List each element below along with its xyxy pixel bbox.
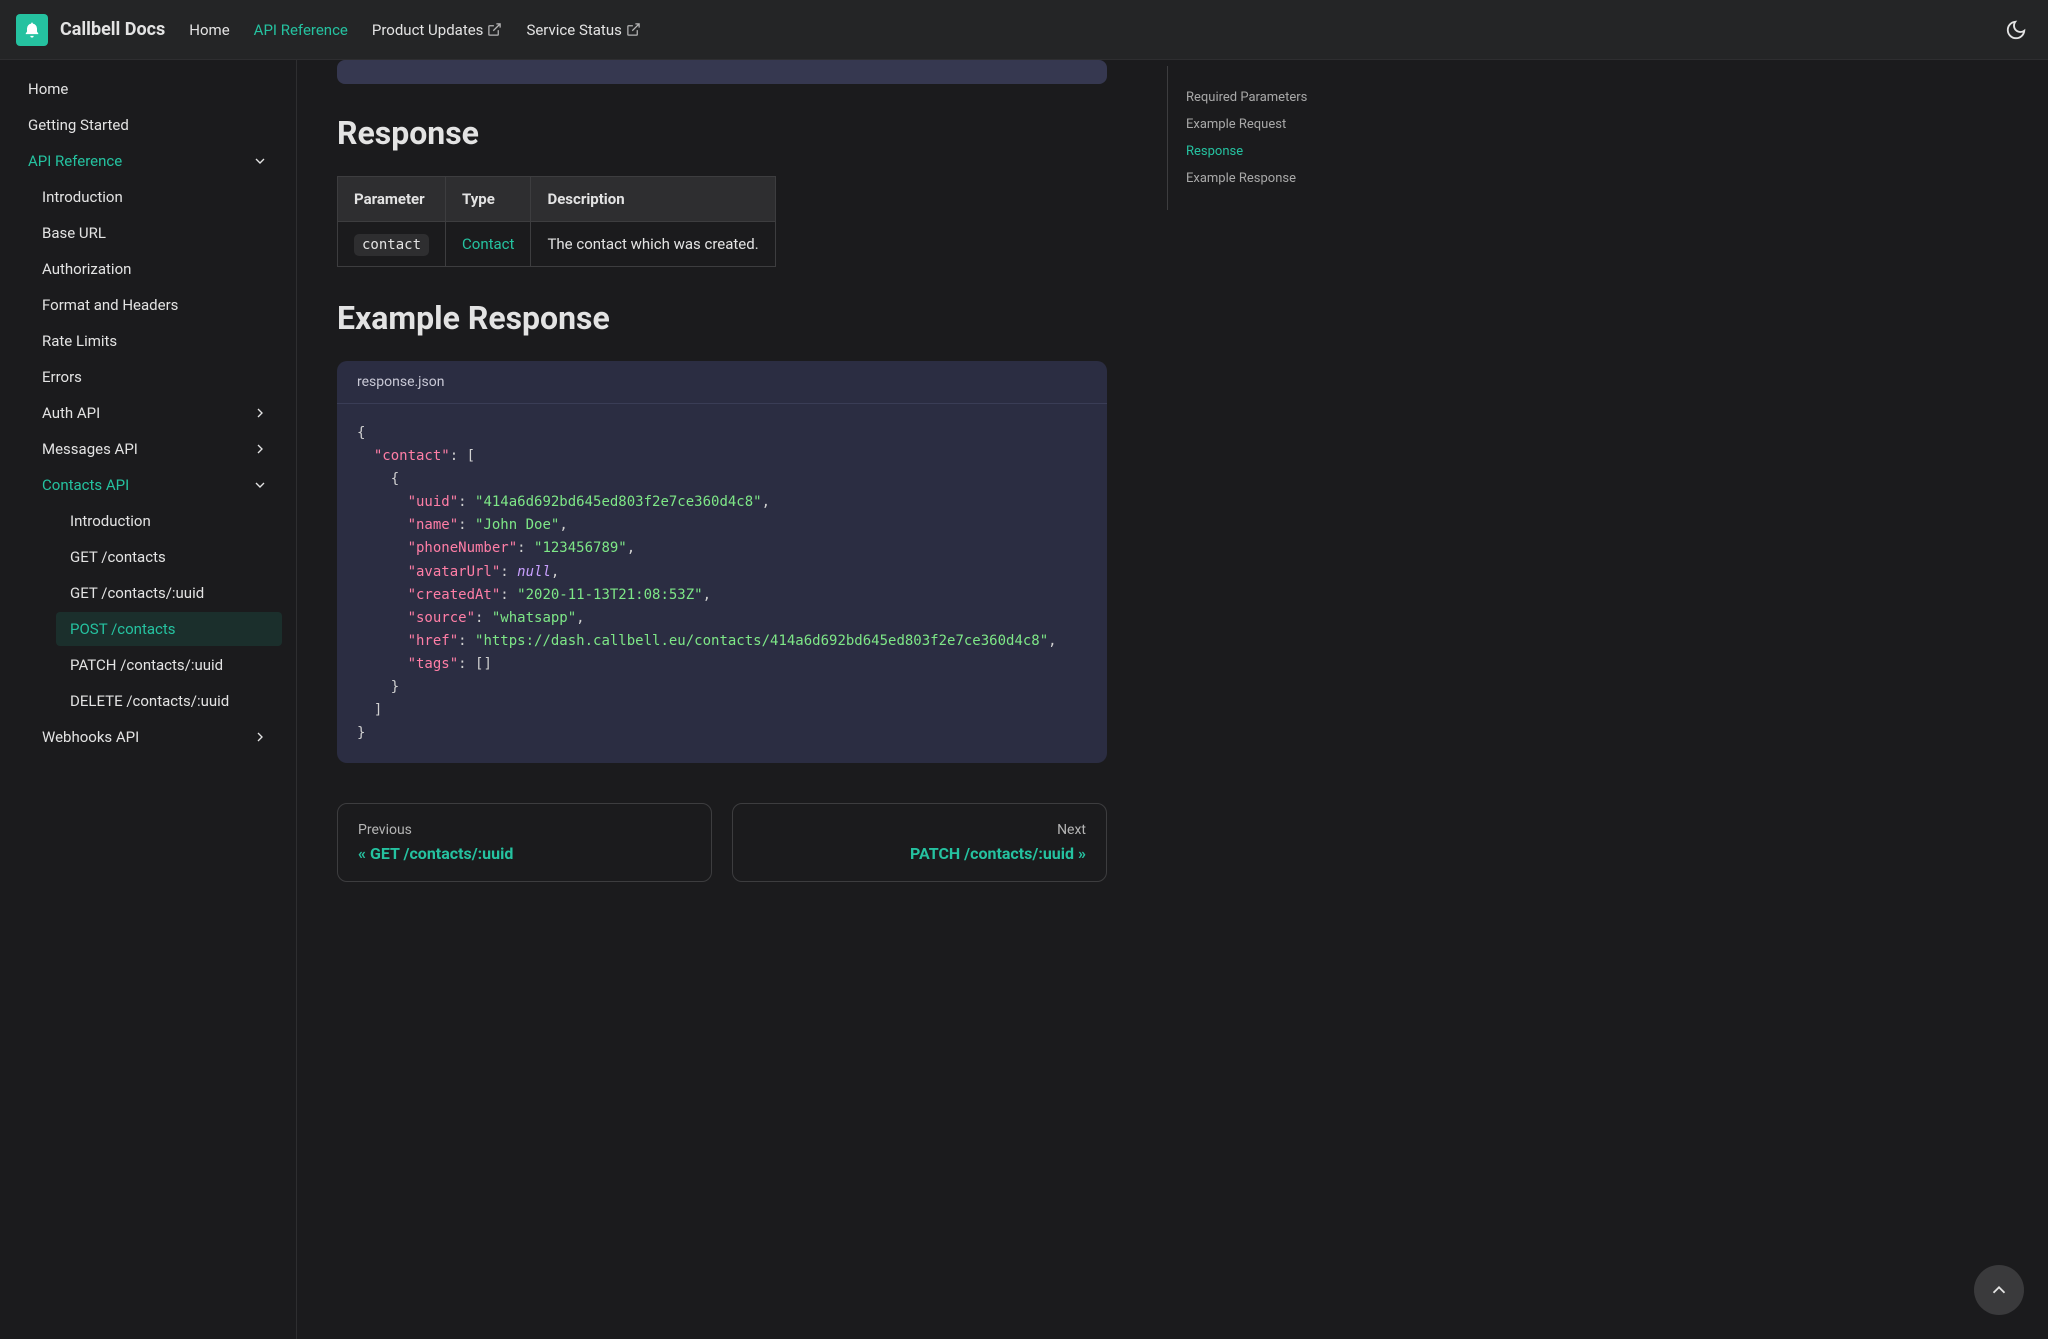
sidebar-messages-api-label: Messages API [42,440,138,458]
sidebar-auth-api[interactable]: Auth API [28,396,282,430]
sidebar-errors[interactable]: Errors [28,360,282,394]
chevron-right-icon [252,405,268,421]
sidebar-get-contacts[interactable]: GET /contacts [56,540,282,574]
response-table: Parameter Type Description contact Conta… [337,176,776,267]
nav-product-updates-label: Product Updates [372,21,484,39]
th-parameter: Parameter [338,177,446,222]
sidebar-format-headers[interactable]: Format and Headers [28,288,282,322]
sidebar-contacts-api[interactable]: Contacts API [28,468,282,502]
sidebar-api-reference-label: API Reference [28,152,122,170]
sidebar-home[interactable]: Home [14,72,282,106]
param-name: contact [354,234,429,256]
sidebar-webhooks-api-label: Webhooks API [42,728,139,746]
logo[interactable] [16,14,48,46]
heading-example-response: Example Response [337,299,1107,337]
sidebar: Home Getting Started API Reference Intro… [0,60,297,1339]
sidebar-patch-contacts[interactable]: PATCH /contacts/:uuid [56,648,282,682]
sidebar-base-url[interactable]: Base URL [28,216,282,250]
th-description: Description [531,177,775,222]
sidebar-post-contacts[interactable]: POST /contacts [56,612,282,646]
toc-example-request[interactable]: Example Request [1186,111,1399,138]
next-title: PATCH /contacts/:uuid » [753,844,1086,863]
toc-response[interactable]: Response [1186,138,1399,165]
nav-api-reference[interactable]: API Reference [254,21,348,39]
td-description: The contact which was created. [531,222,775,267]
sidebar-introduction[interactable]: Introduction [28,180,282,214]
theme-toggle[interactable] [2000,14,2032,46]
td-type: Contact [446,222,531,267]
sidebar-api-reference[interactable]: API Reference [14,144,282,178]
sidebar-rate-limits[interactable]: Rate Limits [28,324,282,358]
prev-label: Previous [358,822,691,838]
brand-title: Callbell Docs [60,19,165,40]
sidebar-contacts-api-label: Contacts API [42,476,129,494]
sidebar-get-contacts-uuid[interactable]: GET /contacts/:uuid [56,576,282,610]
nav-home[interactable]: Home [189,21,229,39]
sidebar-webhooks-api[interactable]: Webhooks API [28,720,282,754]
sidebar-auth-api-label: Auth API [42,404,100,422]
prev-page-link[interactable]: Previous « GET /contacts/:uuid [337,803,712,882]
nav-product-updates[interactable]: Product Updates [372,21,503,39]
nav-service-status-label: Service Status [526,21,621,39]
next-label: Next [753,822,1086,838]
chevron-up-icon [1988,1279,2010,1301]
type-link-contact[interactable]: Contact [462,235,514,253]
nav-service-status[interactable]: Service Status [526,21,640,39]
chevron-right-icon [252,729,268,745]
sidebar-getting-started[interactable]: Getting Started [14,108,282,142]
prev-title: « GET /contacts/:uuid [358,844,691,863]
sidebar-delete-contacts[interactable]: DELETE /contacts/:uuid [56,684,282,718]
external-link-icon [487,22,502,37]
code-block: response.json { "contact": [ { "uuid": "… [337,361,1107,763]
scroll-to-top-button[interactable] [1974,1265,2024,1315]
table-of-contents: Required Parameters Example Request Resp… [1167,66,1417,210]
chevron-down-icon [252,477,268,493]
td-parameter: contact [338,222,446,267]
bell-icon [22,20,42,40]
toc-required-params[interactable]: Required Parameters [1186,84,1399,111]
main-content: Response Parameter Type Description cont… [297,60,1147,1339]
external-link-icon [626,22,641,37]
page-nav: Previous « GET /contacts/:uuid Next PATC… [337,803,1107,882]
sidebar-authorization[interactable]: Authorization [28,252,282,286]
chevron-right-icon [252,441,268,457]
code-block-partial [337,60,1107,84]
chevron-down-icon [252,153,268,169]
sidebar-contacts-intro[interactable]: Introduction [56,504,282,538]
nav-links: Home API Reference Product Updates Servi… [189,21,2000,39]
moon-icon [2005,19,2027,41]
toc-example-response[interactable]: Example Response [1186,165,1399,192]
code-content: { "contact": [ { "uuid": "414a6d692bd645… [337,404,1107,763]
sidebar-messages-api[interactable]: Messages API [28,432,282,466]
navbar: Callbell Docs Home API Reference Product… [0,0,2048,60]
table-row: contact Contact The contact which was cr… [338,222,776,267]
next-page-link[interactable]: Next PATCH /contacts/:uuid » [732,803,1107,882]
th-type: Type [446,177,531,222]
heading-response: Response [337,114,1107,152]
code-filename: response.json [337,361,1107,404]
